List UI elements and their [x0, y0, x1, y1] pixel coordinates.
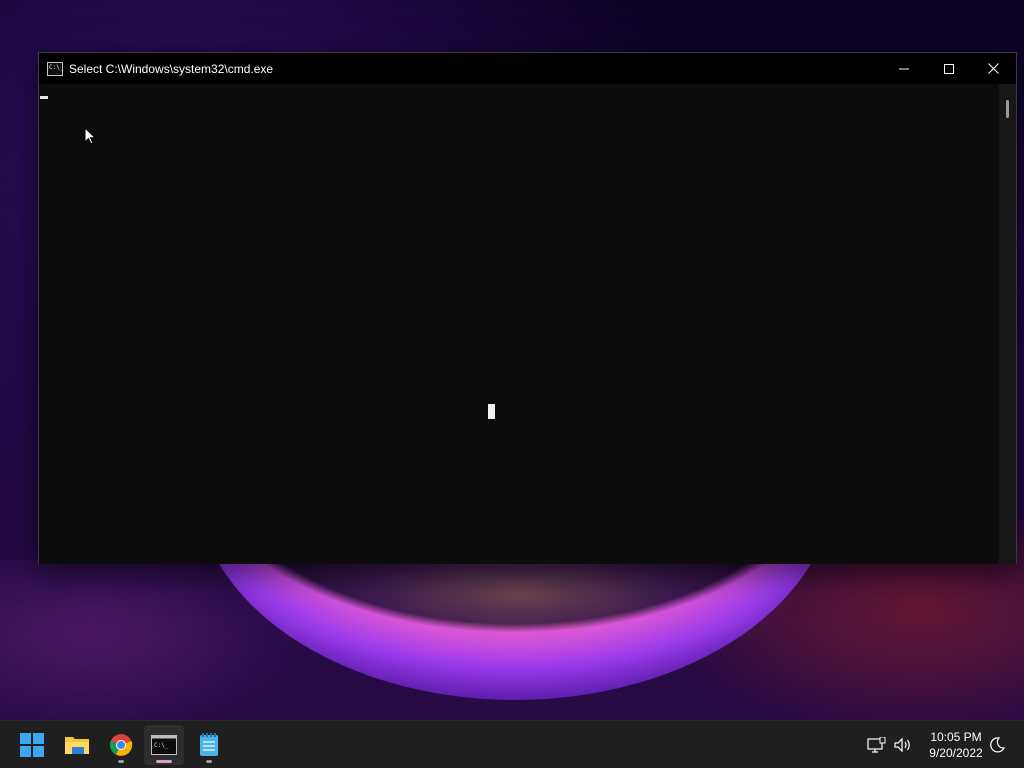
cmd-icon: C:\_ [151, 735, 177, 755]
window-title: Select C:\Windows\system32\cmd.exe [69, 61, 274, 76]
cmd-icon[interactable]: C:\_ [47, 61, 63, 76]
running-indicator [206, 760, 212, 763]
clock-time: 10:05 PM [930, 730, 982, 744]
active-indicator [156, 760, 172, 763]
system-tray [866, 721, 886, 768]
selection-caret [40, 96, 48, 99]
start-button[interactable] [12, 725, 52, 765]
focus-assist-icon[interactable] [988, 736, 1006, 754]
minimize-icon [898, 68, 909, 69]
taskbar: C:\_ 10:05 PM 9/20/2022 [0, 720, 1024, 768]
running-indicator [118, 760, 124, 763]
mouse-pointer-icon [84, 127, 97, 145]
folder-icon [65, 737, 89, 754]
network-icon[interactable] [866, 737, 886, 753]
text-cursor [488, 404, 495, 419]
windows-start-icon [20, 733, 44, 757]
taskbar-file-explorer[interactable] [57, 725, 97, 765]
svg-text:C:\_: C:\_ [154, 742, 169, 749]
wallpaper-glow [150, 560, 890, 730]
window-controls [881, 53, 1016, 84]
chrome-icon [109, 734, 133, 756]
desktop[interactable]: C:\_ Select C:\Windows\system32\cmd.exe [0, 0, 1024, 768]
maximize-icon [943, 63, 954, 74]
taskbar-cmd[interactable]: C:\_ [144, 725, 184, 765]
clock-date: 9/20/2022 [929, 746, 983, 760]
close-button[interactable] [971, 53, 1016, 84]
cmd-window[interactable]: C:\_ Select C:\Windows\system32\cmd.exe [38, 52, 1017, 564]
maximize-button[interactable] [926, 53, 971, 84]
window-titlebar[interactable]: C:\_ Select C:\Windows\system32\cmd.exe [39, 53, 1016, 84]
taskbar-chrome[interactable] [101, 725, 141, 765]
notepad-icon [200, 733, 218, 756]
scrollbar-thumb[interactable] [1006, 100, 1009, 118]
close-icon [988, 63, 999, 74]
taskbar-notepad[interactable] [189, 725, 229, 765]
console-area[interactable] [39, 84, 1000, 564]
taskbar-clock[interactable]: 10:05 PM 9/20/2022 [918, 729, 994, 761]
volume-tray [893, 721, 913, 768]
vertical-scrollbar[interactable] [999, 84, 1016, 564]
focus-assist-tray [988, 721, 1006, 768]
volume-icon[interactable] [893, 737, 913, 753]
minimize-button[interactable] [881, 53, 926, 84]
